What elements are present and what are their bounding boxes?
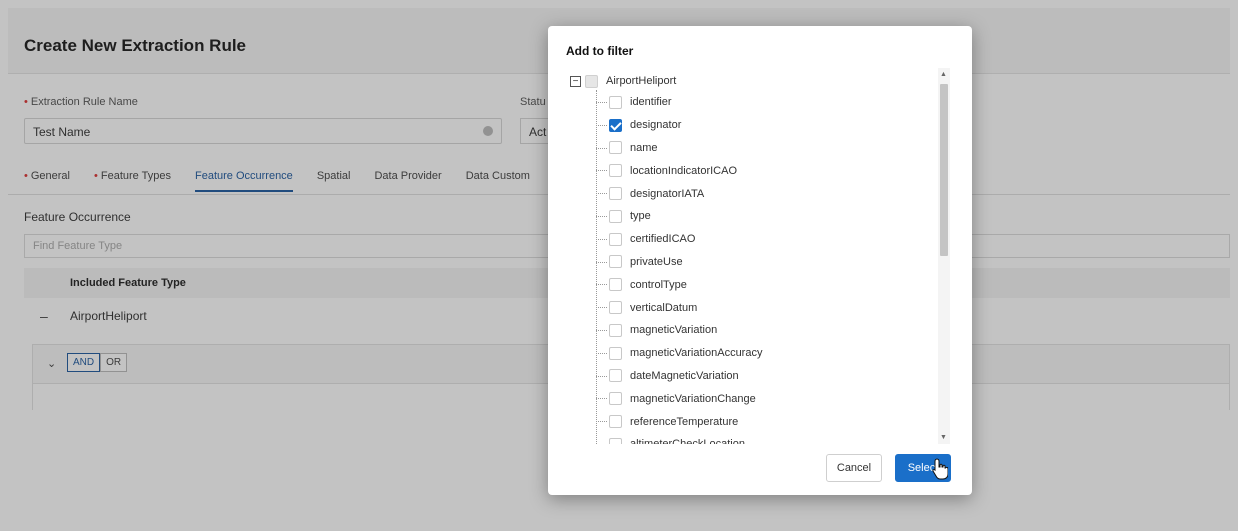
hand-cursor-icon (932, 458, 948, 480)
checkbox[interactable] (609, 187, 622, 201)
scroll-down-icon[interactable]: ▼ (940, 434, 947, 441)
tree-item-magnetic-variation-accuracy[interactable]: magneticVariationAccuracy (596, 342, 936, 365)
checkbox[interactable] (609, 415, 622, 429)
checkbox[interactable] (609, 232, 622, 246)
tree-item-magnetic-variation[interactable]: magneticVariation (596, 319, 936, 342)
tree-children: identifier designator name locationIndic… (596, 91, 936, 444)
tree-item-type[interactable]: type (596, 205, 936, 228)
root-label: AirportHeliport (606, 75, 677, 87)
dialog-title: Add to filter (566, 44, 634, 58)
tree-item-designator[interactable]: designator (596, 114, 936, 137)
tree-item-control-type[interactable]: controlType (596, 273, 936, 296)
tree-scrollbar[interactable]: ▲ ▼ (938, 68, 950, 444)
checkbox[interactable] (609, 141, 622, 155)
checkbox[interactable] (609, 278, 622, 292)
checkbox[interactable] (609, 323, 622, 337)
collapse-toggle-icon[interactable]: − (570, 75, 581, 87)
checkbox[interactable] (609, 437, 622, 444)
checkbox[interactable] (609, 164, 622, 178)
scroll-up-icon[interactable]: ▲ (940, 71, 947, 78)
cancel-button[interactable]: Cancel (826, 454, 882, 482)
tree-item-private-use[interactable]: privateUse (596, 251, 936, 274)
tree-item-date-magnetic-variation[interactable]: dateMagneticVariation (596, 365, 936, 388)
tree-item-vertical-datum[interactable]: verticalDatum (596, 296, 936, 319)
checkbox[interactable] (609, 95, 622, 109)
tree-item-altimeter-check-location[interactable]: altimeterCheckLocation (596, 433, 936, 444)
tree-item-designator-iata[interactable]: designatorIATA (596, 182, 936, 205)
tree-item-reference-temperature[interactable]: referenceTemperature (596, 410, 936, 433)
tree-item-identifier[interactable]: identifier (596, 91, 936, 114)
checkbox[interactable] (609, 392, 622, 406)
checkbox[interactable] (609, 369, 622, 383)
tree-item-name[interactable]: name (596, 137, 936, 160)
checkbox[interactable] (609, 255, 622, 269)
tree-item-magnetic-variation-change[interactable]: magneticVariationChange (596, 387, 936, 410)
tree-item-certified-icao[interactable]: certifiedICAO (596, 228, 936, 251)
scrollbar-thumb[interactable] (940, 84, 948, 256)
checkbox-checked[interactable] (609, 118, 622, 132)
tree-root-node: − AirportHeliport (570, 72, 676, 90)
add-to-filter-dialog: Add to filter − AirportHeliport identifi… (548, 26, 972, 495)
checkbox[interactable] (609, 209, 622, 223)
checkbox[interactable] (609, 346, 622, 360)
attribute-tree: − AirportHeliport identifier designator … (564, 68, 956, 444)
tree-item-location-indicator-icao[interactable]: locationIndicatorICAO (596, 159, 936, 182)
checkbox[interactable] (609, 301, 622, 315)
root-checkbox[interactable] (585, 74, 598, 88)
